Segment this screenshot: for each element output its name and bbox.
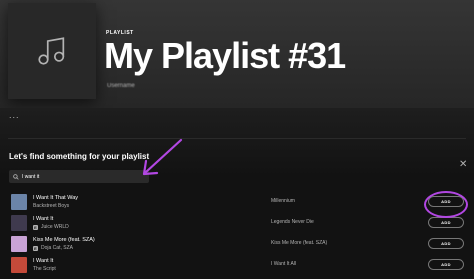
playlist-owner[interactable]: Username [107,83,135,89]
song-title[interactable]: I Want It [33,258,53,264]
search-icon [13,173,19,180]
explicit-badge: E [33,224,38,230]
song-search-box[interactable] [9,170,149,183]
artist-name[interactable]: Juice WRLD [41,224,69,230]
close-icon[interactable]: ✕ [459,160,467,170]
artist-name[interactable]: Doja Cat, SZA [41,245,73,251]
song-album[interactable]: Millennium [271,198,295,204]
result-row[interactable]: Kiss Me More (feat. SZA) E Doja Cat, SZA Ki… [0,235,474,253]
playlist-header: PLAYLIST My Playlist #31 Username [0,0,474,108]
album-art[interactable] [11,215,27,231]
playlist-cover[interactable] [8,3,96,99]
album-art[interactable] [11,194,27,210]
song-title[interactable]: I Want It That Way [33,195,78,201]
artist-name[interactable]: Backstreet Boys [33,203,69,209]
add-button[interactable]: ADD [428,259,464,270]
song-artist[interactable]: Backstreet Boys [33,203,69,209]
result-row[interactable]: I Want It The Script I Want It All ADD [0,256,474,274]
album-art[interactable] [11,236,27,252]
song-title[interactable]: Kiss Me More (feat. SZA) [33,237,95,243]
song-album[interactable]: Kiss Me More (feat. SZA) [271,240,327,246]
search-input[interactable] [22,173,142,180]
more-options-button[interactable]: ... [9,110,20,120]
explicit-badge: E [33,245,38,251]
song-album[interactable]: I Want It All [271,261,296,267]
song-album[interactable]: Legends Never Die [271,219,314,225]
artist-name[interactable]: The Script [33,266,56,272]
result-row[interactable]: I Want It That Way Backstreet Boys Millenn… [0,193,474,211]
result-row[interactable]: I Want It E Juice WRLD Legends Never Die ADD [0,214,474,232]
song-title[interactable]: I Want It [33,216,53,222]
song-artist[interactable]: E Juice WRLD [33,224,69,230]
song-artist[interactable]: E Doja Cat, SZA [33,245,73,251]
add-button[interactable]: ADD [428,196,464,207]
music-note-icon [38,37,65,65]
add-button[interactable]: ADD [428,217,464,228]
section-divider [8,138,466,139]
find-songs-heading: Let's find something for your playlist [9,152,150,161]
song-artist[interactable]: The Script [33,266,56,272]
album-art[interactable] [11,257,27,273]
add-button[interactable]: ADD [428,238,464,249]
annotation-arrow [142,138,183,176]
playlist-title[interactable]: My Playlist #31 [104,36,346,76]
